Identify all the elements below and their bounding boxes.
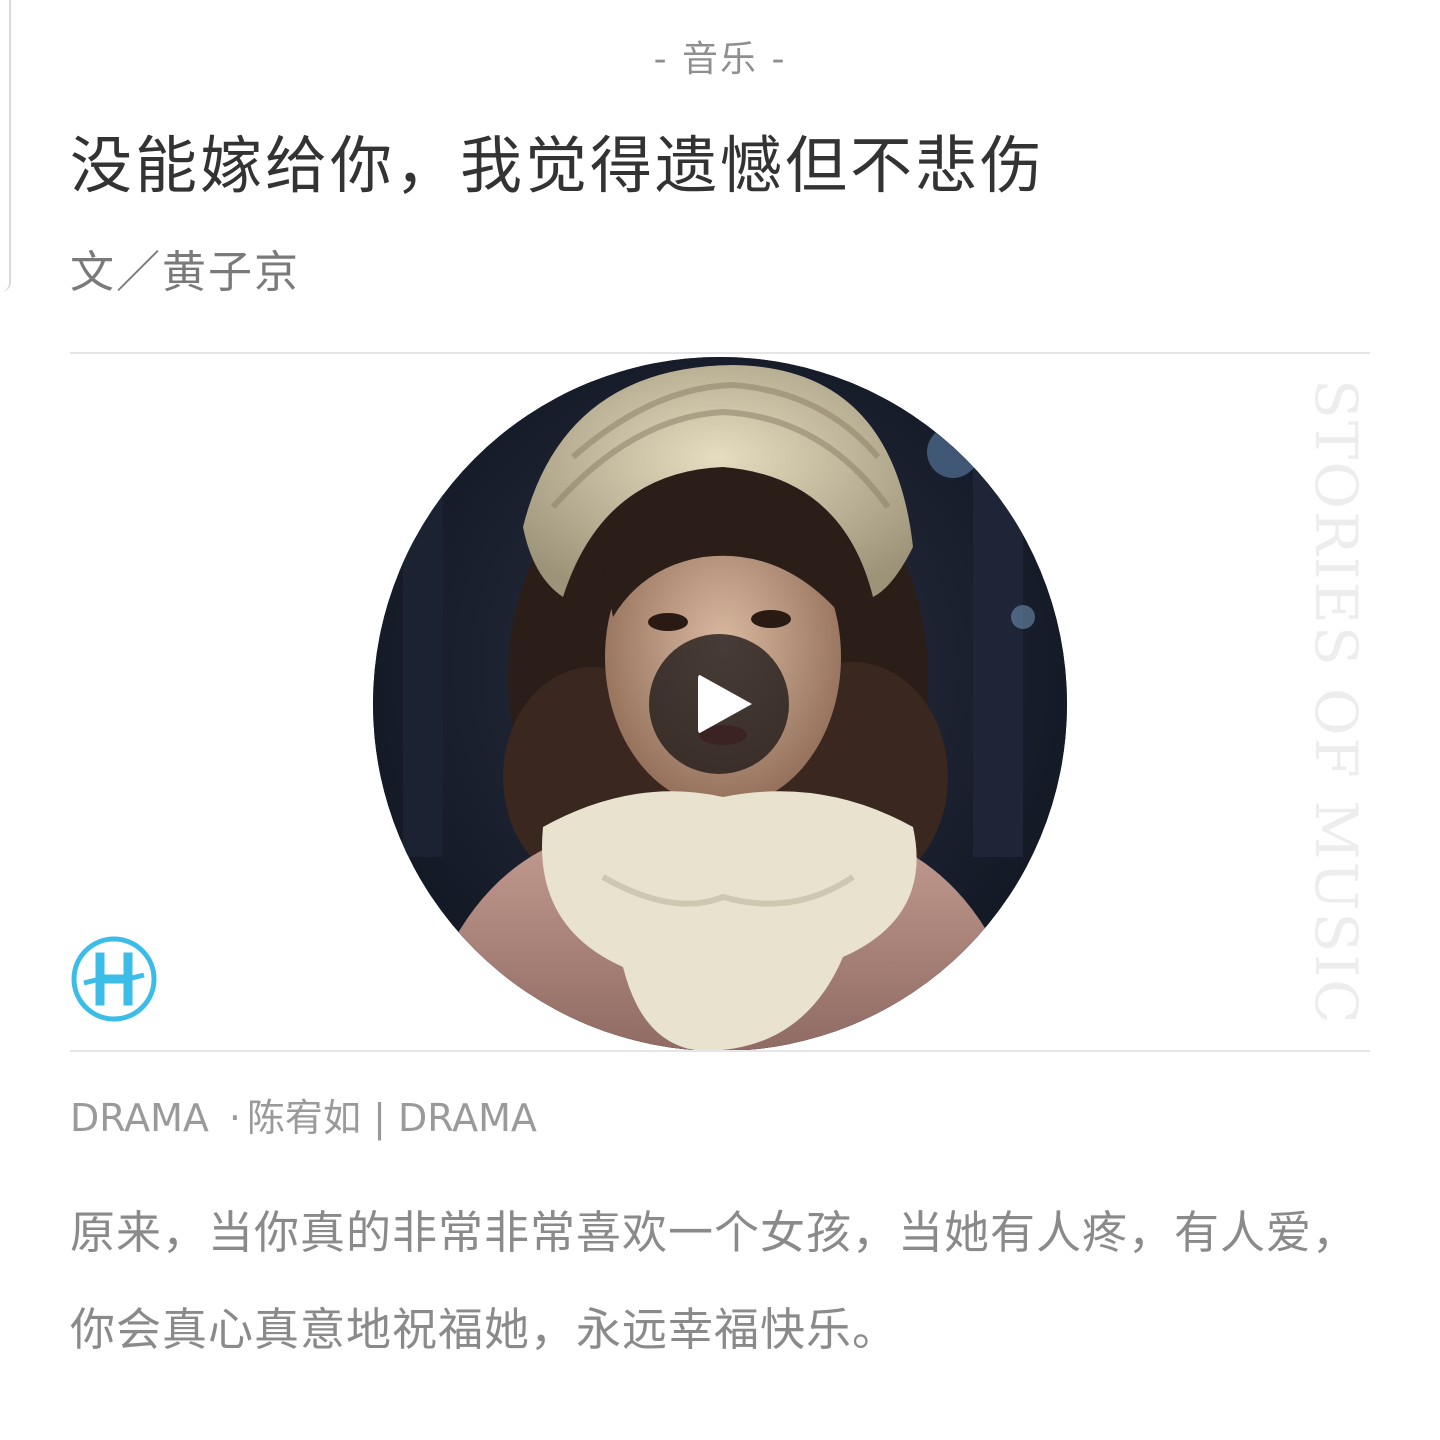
category-label: - 音乐 -	[653, 39, 787, 80]
article-title: 没能嫁给你，我觉得遗憾但不悲伤	[70, 129, 1046, 202]
credit-source: DRAMA	[70, 1096, 209, 1140]
article-paragraph: 原来，当你真的非常非常喜欢一个女孩，当她有人疼，有人爱，你会真心真意地祝福她，永…	[70, 1206, 1359, 1356]
divider-top	[70, 352, 1370, 354]
side-watermark-text: STORIES OF MUSIC	[1302, 378, 1370, 1026]
play-button[interactable]	[649, 634, 789, 774]
credit-separator: ·	[228, 1096, 241, 1140]
video-credit: DRAMA · 陈宥如 | DRAMA	[70, 1092, 537, 1144]
credit-detail: 陈宥如 | DRAMA	[247, 1096, 537, 1140]
brand-logo-icon	[70, 935, 158, 1023]
play-icon	[698, 674, 752, 734]
side-watermark: STORIES OF MUSIC	[1300, 352, 1372, 1052]
divider-bottom	[70, 1050, 1370, 1052]
author-byline: 文／黄子京	[70, 247, 300, 298]
